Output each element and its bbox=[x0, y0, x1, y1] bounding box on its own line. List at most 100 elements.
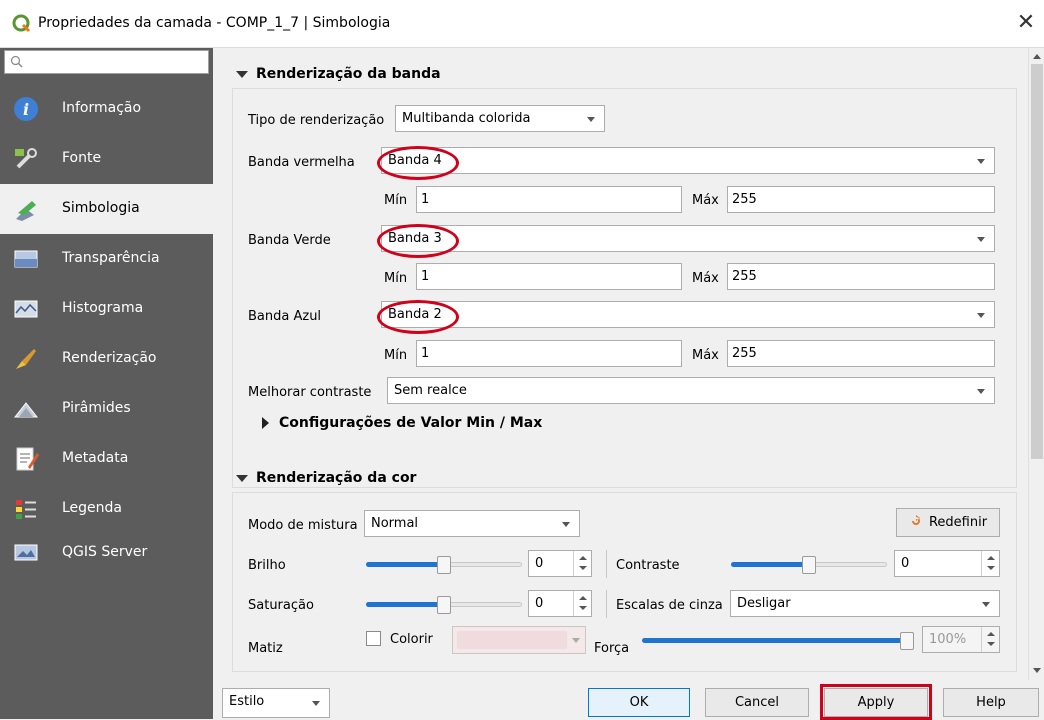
brightness-spinbox[interactable]: 0 bbox=[528, 550, 592, 577]
sidebar-item-transparencia[interactable]: Transparência bbox=[0, 234, 213, 284]
help-button[interactable]: Help bbox=[943, 688, 1039, 717]
blue-band-select[interactable]: Banda 2 bbox=[381, 301, 995, 328]
reset-icon bbox=[911, 515, 920, 525]
window-title: Propriedades da camada - COMP_1_7 | Simb… bbox=[38, 15, 391, 31]
red-max-label: Máx bbox=[692, 193, 719, 208]
spin-down-icon[interactable] bbox=[579, 606, 587, 610]
chevron-down-icon bbox=[977, 389, 985, 394]
symbology-icon bbox=[16, 201, 36, 221]
red-band-label: Banda vermelha bbox=[248, 155, 355, 170]
chevron-down-icon bbox=[562, 522, 570, 527]
vertical-scrollbar[interactable] bbox=[1028, 48, 1044, 680]
style-menu-button[interactable]: Estilo bbox=[222, 688, 330, 718]
contrast-slider[interactable] bbox=[731, 556, 887, 574]
rendering-icon bbox=[16, 349, 36, 369]
strength-slider[interactable] bbox=[642, 632, 914, 650]
spin-down-icon[interactable] bbox=[579, 566, 587, 570]
info-icon: i bbox=[14, 97, 38, 121]
sidebar-item-piramides[interactable]: Pirâmides bbox=[0, 384, 213, 434]
contrast-enhancement-label: Melhorar contraste bbox=[248, 385, 372, 400]
blue-max-input[interactable]: 255 bbox=[727, 340, 995, 367]
chevron-down-icon bbox=[312, 701, 320, 706]
saturation-spinbox[interactable]: 0 bbox=[528, 590, 592, 617]
chevron-down-icon bbox=[572, 638, 580, 643]
brightness-slider[interactable] bbox=[366, 556, 522, 574]
red-max-input[interactable]: 255 bbox=[727, 186, 995, 213]
green-min-input[interactable]: 1 bbox=[416, 263, 682, 290]
strength-spinbox[interactable]: 100% bbox=[922, 626, 1000, 653]
blend-mode-select[interactable]: Normal bbox=[364, 510, 580, 537]
scroll-down-icon[interactable] bbox=[1033, 668, 1041, 673]
contrast-enhancement-select[interactable]: Sem realce bbox=[387, 377, 995, 404]
blue-min-label: Mín bbox=[384, 348, 408, 363]
chevron-down-icon bbox=[982, 602, 990, 607]
svg-text:i: i bbox=[23, 100, 29, 119]
cancel-button[interactable]: Cancel bbox=[705, 688, 809, 717]
sidebar-item-histograma[interactable]: Histograma bbox=[0, 284, 213, 334]
green-band-label: Banda Verde bbox=[248, 233, 331, 248]
chevron-down-icon bbox=[977, 237, 985, 242]
symbology-panel: Renderização da banda Tipo de renderizaç… bbox=[216, 48, 1028, 680]
ok-button[interactable]: OK bbox=[588, 688, 690, 717]
red-min-input[interactable]: 1 bbox=[416, 186, 682, 213]
spin-down-icon[interactable] bbox=[987, 566, 995, 570]
slider-handle[interactable] bbox=[437, 596, 451, 614]
sidebar-item-legenda[interactable]: Legenda bbox=[0, 484, 213, 534]
color-rendering-header[interactable]: Renderização da cor bbox=[236, 470, 416, 486]
sidebar-item-qgis-server[interactable]: QGIS Server bbox=[0, 528, 213, 578]
hue-label: Matiz bbox=[248, 641, 283, 656]
apply-button[interactable]: Apply bbox=[824, 688, 928, 717]
sidebar-item-informacao[interactable]: i Informação bbox=[0, 84, 213, 134]
scroll-up-icon[interactable] bbox=[1033, 54, 1041, 59]
green-min-label: Mín bbox=[384, 271, 408, 286]
colorize-checkbox[interactable] bbox=[366, 631, 381, 646]
sidebar-item-label: Fonte bbox=[62, 150, 102, 166]
spin-down-icon[interactable] bbox=[987, 642, 995, 646]
render-type-select[interactable]: Multibanda colorida bbox=[395, 105, 605, 132]
sidebar-item-renderizacao[interactable]: Renderização bbox=[0, 334, 213, 384]
strength-label: Força bbox=[594, 641, 630, 656]
saturation-slider[interactable] bbox=[366, 596, 522, 614]
slider-handle[interactable] bbox=[900, 632, 914, 650]
divider bbox=[606, 590, 607, 618]
sidebar-item-label: Pirâmides bbox=[62, 400, 131, 416]
search-icon bbox=[10, 55, 23, 68]
reset-button[interactable]: Redefinir bbox=[896, 508, 1000, 537]
green-max-input[interactable]: 255 bbox=[727, 263, 995, 290]
contrast-spinbox[interactable]: 0 bbox=[894, 550, 1000, 577]
red-band-select[interactable]: Banda 4 bbox=[381, 147, 995, 174]
scrollbar-thumb[interactable] bbox=[1031, 64, 1043, 459]
minmax-settings-header[interactable]: Configurações de Valor Min / Max bbox=[262, 415, 542, 431]
spin-up-icon[interactable] bbox=[579, 596, 587, 600]
blue-min-input[interactable]: 1 bbox=[416, 340, 682, 367]
colorize-color-button[interactable] bbox=[452, 626, 586, 654]
grayscale-label: Escalas de cinza bbox=[616, 598, 723, 613]
collapse-triangle-icon bbox=[236, 70, 248, 78]
spin-up-icon[interactable] bbox=[987, 556, 995, 560]
colorize-label: Colorir bbox=[390, 632, 433, 647]
sidebar-item-simbologia[interactable]: Simbologia bbox=[0, 184, 213, 234]
legend-icon bbox=[16, 500, 36, 519]
transparency-icon bbox=[14, 250, 38, 268]
sidebar-item-label: Renderização bbox=[62, 350, 157, 366]
source-icon bbox=[15, 148, 37, 169]
title-bar: Propriedades da camada - COMP_1_7 | Simb… bbox=[0, 0, 1044, 48]
slider-handle[interactable] bbox=[437, 556, 451, 574]
close-button[interactable]: ✕ bbox=[1012, 10, 1040, 38]
sidebar-item-label: Histograma bbox=[62, 300, 144, 316]
sidebar-item-fonte[interactable]: Fonte bbox=[0, 134, 213, 184]
sidebar-item-metadata[interactable]: Metadata bbox=[0, 434, 213, 484]
expand-triangle-icon bbox=[262, 417, 269, 429]
sidebar-search-input[interactable] bbox=[4, 50, 209, 74]
band-rendering-header[interactable]: Renderização da banda bbox=[236, 66, 441, 82]
blue-max-label: Máx bbox=[692, 348, 719, 363]
grayscale-select[interactable]: Desligar bbox=[730, 590, 1000, 617]
blend-mode-label: Modo de mistura bbox=[248, 518, 358, 533]
spin-up-icon[interactable] bbox=[579, 556, 587, 560]
slider-handle[interactable] bbox=[802, 556, 816, 574]
metadata-icon bbox=[16, 447, 39, 471]
spin-up-icon[interactable] bbox=[987, 632, 995, 636]
sidebar-item-label: Metadata bbox=[62, 450, 129, 466]
green-band-select[interactable]: Banda 3 bbox=[381, 225, 995, 252]
pyramids-icon bbox=[13, 402, 39, 418]
